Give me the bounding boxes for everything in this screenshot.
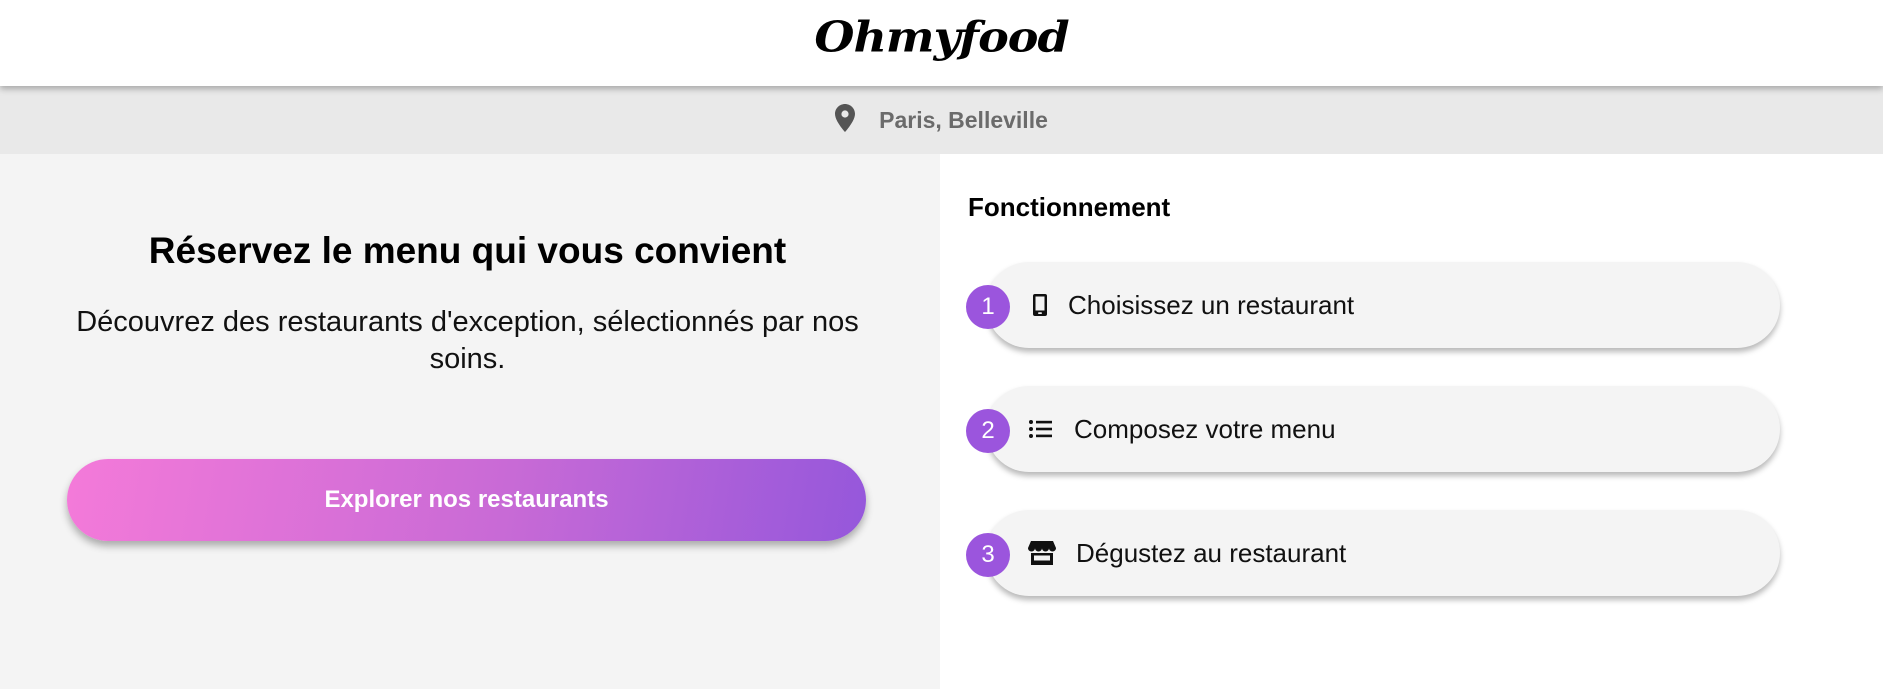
step-card-1: 1 Choisissez un restaurant (966, 262, 1780, 348)
section-title: Fonctionnement (968, 192, 1171, 222)
step-card-2: 2 Composez votre menu (966, 386, 1780, 472)
step-number-badge: 1 (966, 285, 1010, 329)
step-card-3: 3 Dégustez au restaurant (966, 510, 1780, 596)
site-header: Ohmyfood (0, 0, 1883, 86)
hero-subtitle: Découvrez des restaurants d'exception, s… (76, 306, 859, 375)
map-pin-icon (835, 104, 856, 132)
list-icon (1029, 420, 1052, 438)
how-it-works-section: Fonctionnement 1 Choisissez un restauran… (940, 154, 1883, 689)
step-label: Composez votre menu (1074, 414, 1336, 444)
main-content: Réservez le menu qui vous convient Décou… (0, 154, 1883, 689)
logo[interactable]: Ohmyfood (814, 12, 1069, 62)
step-number-badge: 2 (966, 409, 1010, 453)
mobile-phone-icon (1033, 294, 1047, 316)
step-label: Choisissez un restaurant (1068, 290, 1355, 320)
step-number-badge: 3 (966, 533, 1010, 577)
explore-restaurants-button[interactable]: Explorer nos restaurants (67, 459, 866, 541)
location-text: Paris, Belleville (879, 106, 1048, 133)
location-bar: Paris, Belleville (0, 86, 1883, 154)
step-label: Dégustez au restaurant (1076, 538, 1347, 568)
hero-section: Réservez le menu qui vous convient Décou… (0, 154, 940, 689)
hero-title: Réservez le menu qui vous convient (148, 230, 787, 271)
store-icon (1028, 541, 1056, 565)
